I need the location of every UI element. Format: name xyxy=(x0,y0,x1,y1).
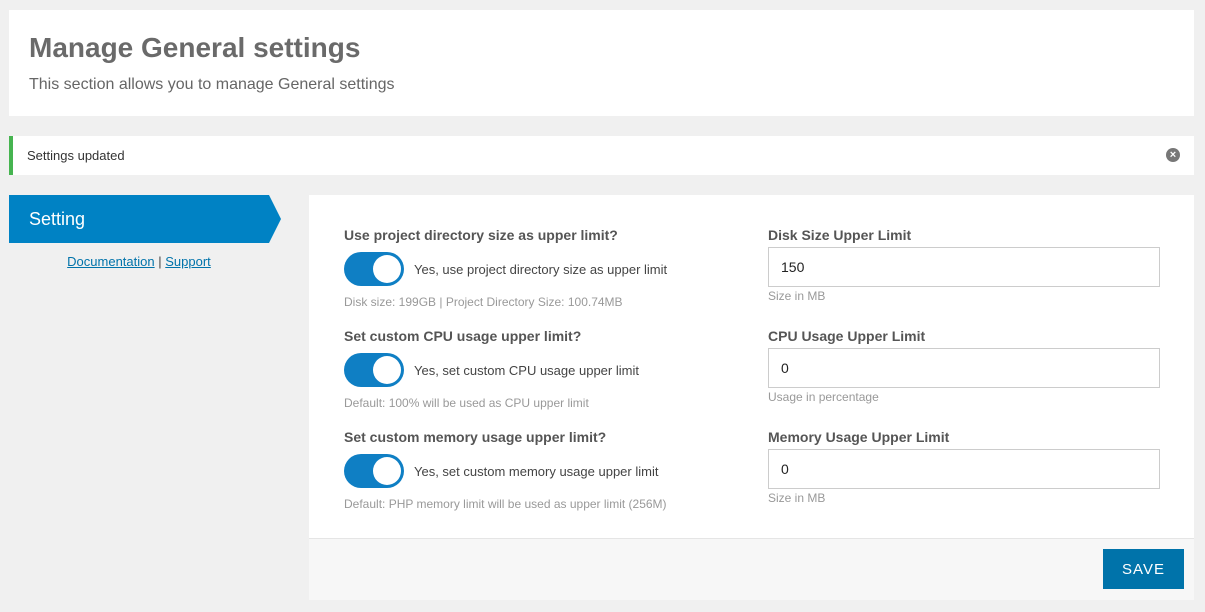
disk-limit-toggle[interactable] xyxy=(344,252,404,286)
field-label: Disk Size Upper Limit xyxy=(768,227,912,243)
setting-question: Set custom CPU usage upper limit? xyxy=(344,328,582,344)
cpu-usage-limit-input[interactable] xyxy=(768,348,1160,388)
support-link[interactable]: Support xyxy=(165,254,211,269)
field-hint: Size in MB xyxy=(768,289,826,303)
disk-size-limit-input[interactable] xyxy=(768,247,1160,287)
settings-panel: Use project directory size as upper limi… xyxy=(309,195,1194,600)
page-header: Manage General settings This section all… xyxy=(9,10,1194,116)
toggle-label: Yes, set custom memory usage upper limit xyxy=(414,464,659,479)
field-hint: Usage in percentage xyxy=(768,390,879,404)
toggle-label: Yes, set custom CPU usage upper limit xyxy=(414,363,639,378)
toggle-knob xyxy=(373,356,401,384)
page-subtitle: This section allows you to manage Genera… xyxy=(29,76,395,93)
setting-hint: Default: PHP memory limit will be used a… xyxy=(344,497,667,511)
toggle-knob xyxy=(373,255,401,283)
memory-limit-toggle[interactable] xyxy=(344,454,404,488)
documentation-link[interactable]: Documentation xyxy=(67,254,154,269)
page-title: Manage General settings xyxy=(29,32,361,63)
field-label: Memory Usage Upper Limit xyxy=(768,429,950,445)
panel-footer: SAVE xyxy=(309,538,1194,600)
cpu-limit-toggle[interactable] xyxy=(344,353,404,387)
setting-question: Use project directory size as upper limi… xyxy=(344,227,618,243)
close-icon[interactable]: × xyxy=(1166,148,1180,162)
save-button[interactable]: SAVE xyxy=(1103,549,1184,589)
setting-row-cpu: Set custom CPU usage upper limit? Yes, s… xyxy=(309,328,1194,418)
setting-hint: Default: 100% will be used as CPU upper … xyxy=(344,396,589,410)
memory-usage-limit-input[interactable] xyxy=(768,449,1160,489)
field-hint: Size in MB xyxy=(768,491,826,505)
toggle-label: Yes, use project directory size as upper… xyxy=(414,262,668,277)
sidebar-links: Documentation | Support xyxy=(9,254,269,269)
notice-message: Settings updated xyxy=(27,148,125,163)
toggle-knob xyxy=(373,457,401,485)
field-label: CPU Usage Upper Limit xyxy=(768,328,926,344)
setting-hint: Disk size: 199GB | Project Directory Siz… xyxy=(344,295,623,309)
sidebar-tab-label: Setting xyxy=(29,209,86,229)
setting-question: Set custom memory usage upper limit? xyxy=(344,429,607,445)
link-separator: | xyxy=(158,254,162,269)
setting-row-disk: Use project directory size as upper limi… xyxy=(309,227,1194,317)
settings-updated-notice: Settings updated × xyxy=(9,136,1194,175)
setting-row-memory: Set custom memory usage upper limit? Yes… xyxy=(309,429,1194,519)
sidebar-tab-setting[interactable]: Setting xyxy=(9,195,281,243)
